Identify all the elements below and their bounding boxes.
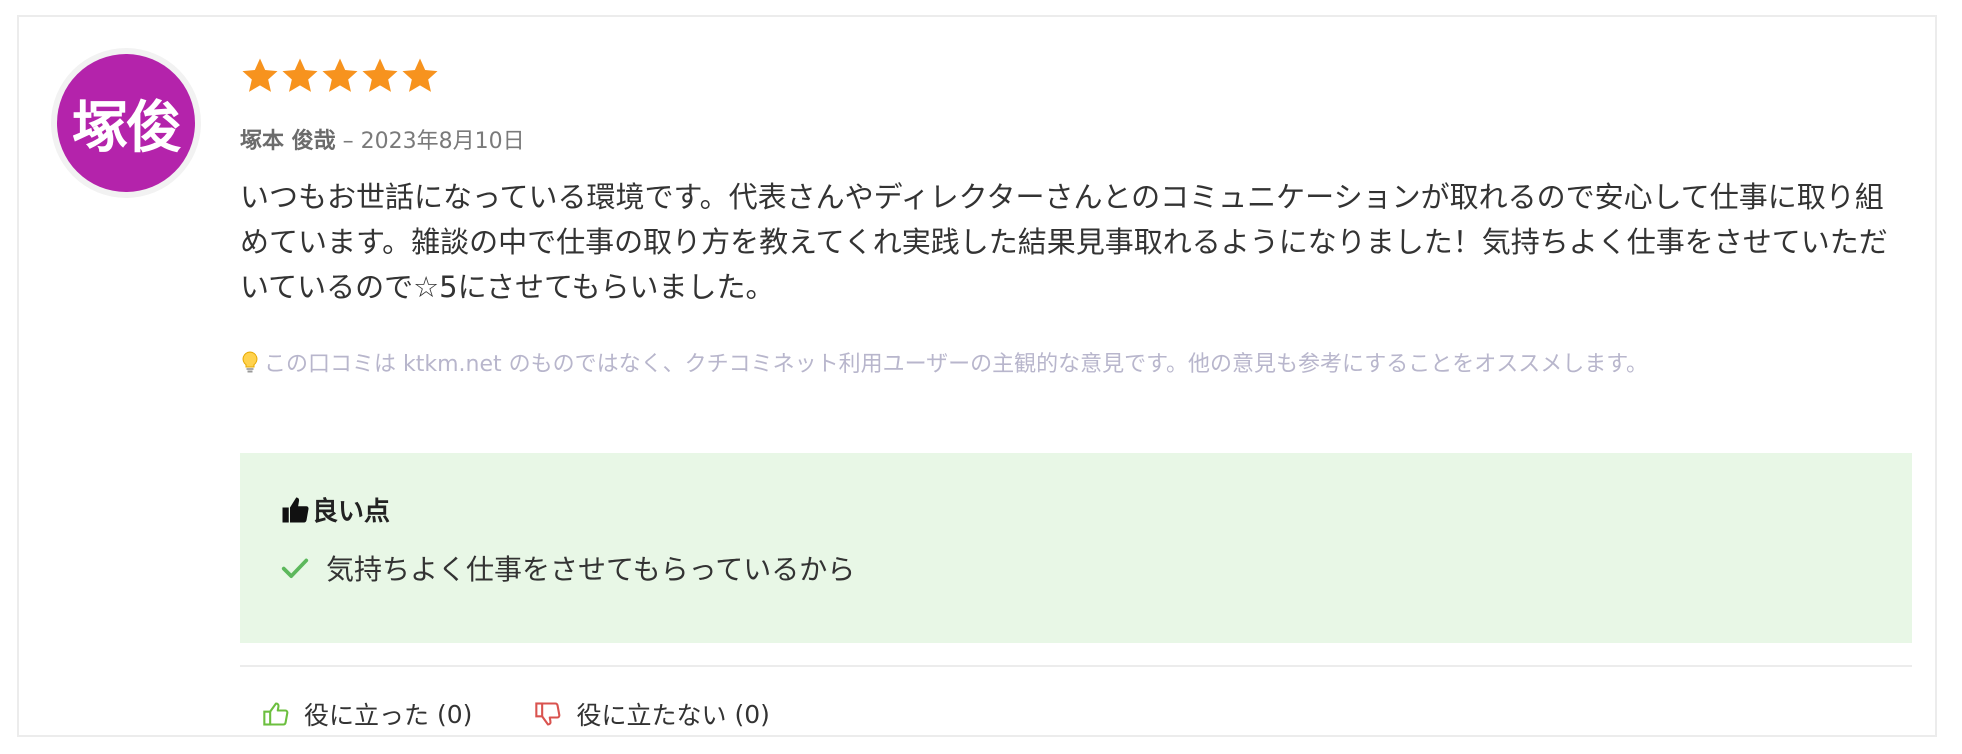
disclaimer-text: この口コミは ktkm.net のものではなく、クチコミネット利用ユーザーの主観…	[264, 352, 1649, 377]
not-helpful-count: (0)	[734, 699, 770, 729]
thumbs-up-outline-icon	[263, 702, 289, 726]
not-helpful-button[interactable]: 役に立たない (0)	[534, 696, 770, 732]
avatar-initials: 塚俊	[57, 54, 195, 192]
review-body: いつもお世話になっている環境です。代表さんやディレクターさんとのコミュニケーショ…	[240, 180, 1888, 304]
review-date: 2023年8月10日	[360, 129, 525, 154]
helpful-button[interactable]: 役に立った (0)	[262, 696, 472, 732]
star-icon	[242, 58, 278, 92]
review-content: 塚本 俊哉 – 2023年8月10日 いつもお世話になっている環境です。代表さん…	[240, 51, 1912, 730]
good-points-box: 良い点 気持ちよく仕事をさせてもらっているから	[240, 453, 1912, 643]
good-point-item: 気持ちよく仕事をさせてもらっているから	[280, 548, 1872, 588]
good-points-title: 良い点	[280, 491, 1872, 528]
star-icon	[362, 58, 398, 92]
good-point-text: 気持ちよく仕事をさせてもらっているから	[326, 553, 856, 586]
avatar: 塚俊	[51, 48, 201, 198]
star-icon	[402, 58, 438, 92]
thumbs-up-icon	[282, 497, 309, 522]
thumbs-down-outline-icon	[535, 702, 561, 726]
good-points-label: 良い点	[312, 497, 391, 527]
author-name: 塚本 俊哉	[240, 129, 336, 154]
star-rating	[240, 51, 1912, 101]
disclaimer: この口コミは ktkm.net のものではなく、クチコミネット利用ユーザーの主観…	[240, 346, 1912, 378]
star-icon	[322, 58, 358, 92]
not-helpful-label: 役に立たない	[576, 701, 727, 730]
divider	[240, 665, 1912, 667]
helpful-label: 役に立った	[304, 701, 430, 730]
helpful-count: (0)	[437, 699, 473, 729]
vote-buttons: 役に立った (0) 役に立たない (0)	[262, 696, 770, 732]
review-meta: 塚本 俊哉 – 2023年8月10日	[240, 123, 1912, 155]
date-separator: –	[335, 129, 361, 154]
check-icon	[281, 558, 309, 578]
star-icon	[282, 58, 318, 92]
review-card: 塚俊 塚本 俊哉 – 2023年8月10日 いつもお世話になっている環境です。代…	[17, 15, 1937, 737]
lightbulb-icon	[242, 351, 258, 373]
